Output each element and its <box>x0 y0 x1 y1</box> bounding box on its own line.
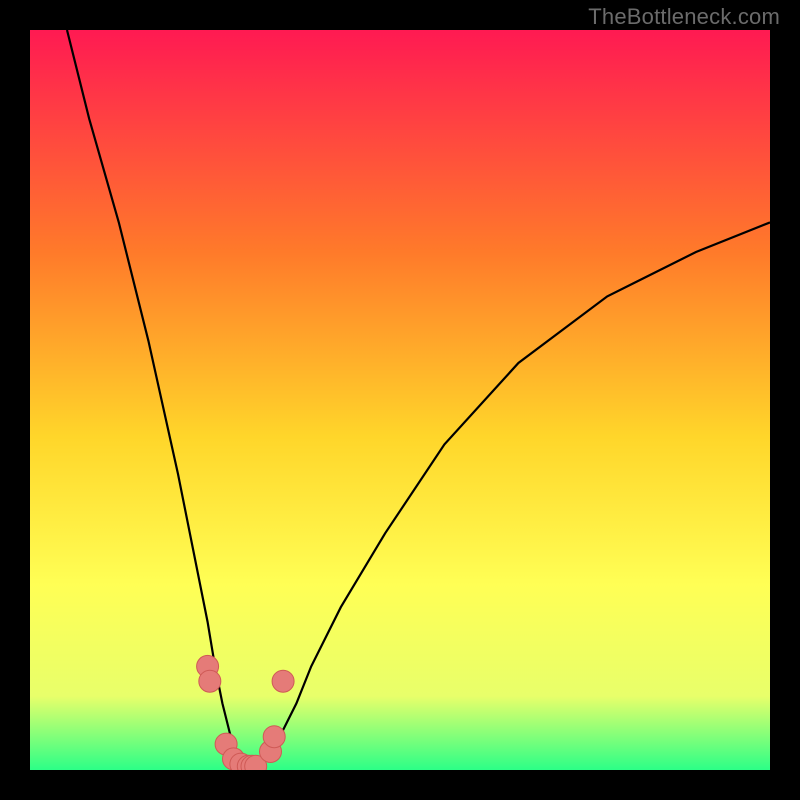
gradient-background <box>30 30 770 770</box>
highlight-dot <box>199 670 221 692</box>
highlight-dot <box>272 670 294 692</box>
highlight-dot <box>263 726 285 748</box>
plot-area <box>30 30 770 770</box>
chart-svg <box>30 30 770 770</box>
chart-container: TheBottleneck.com <box>0 0 800 800</box>
watermark-text: TheBottleneck.com <box>588 4 780 30</box>
